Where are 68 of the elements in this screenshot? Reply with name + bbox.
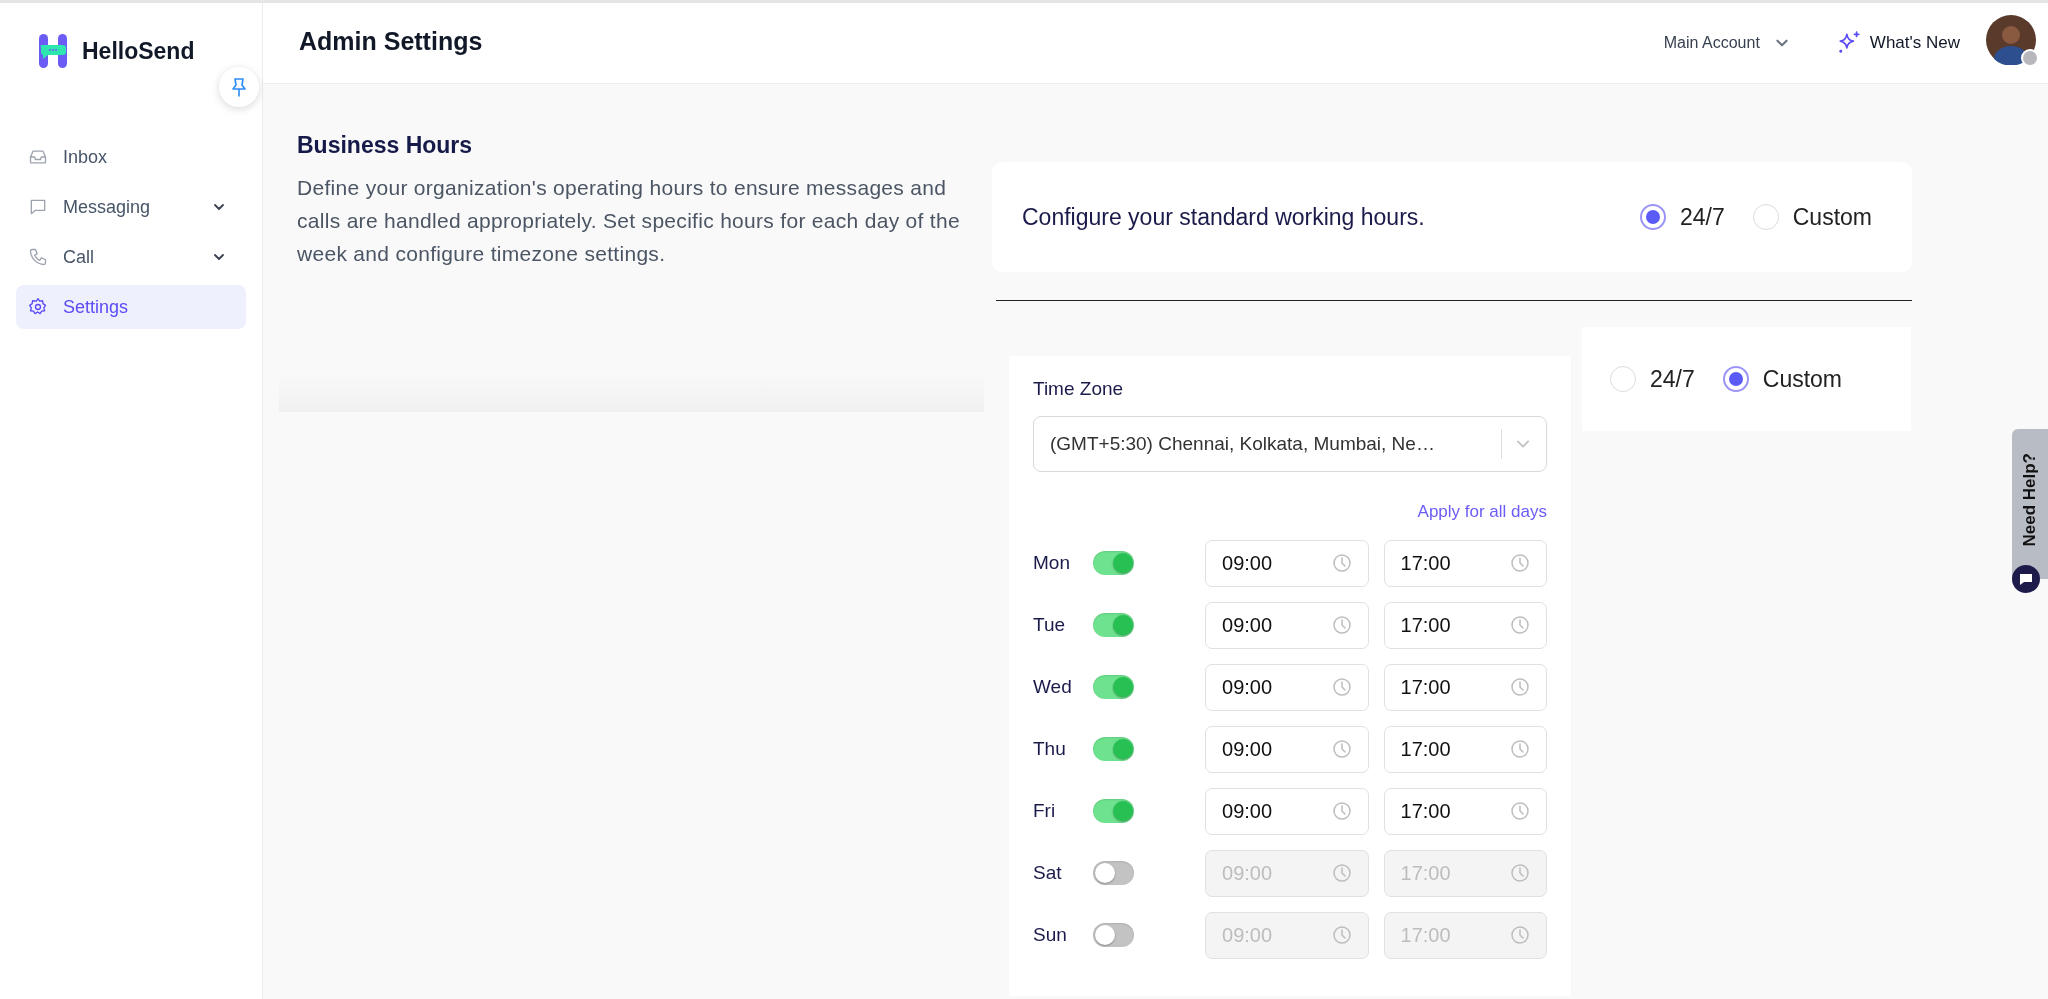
chat-bubble-icon <box>28 197 48 217</box>
day-label: Fri <box>1033 800 1057 822</box>
app-name: HelloSend <box>82 37 195 65</box>
time-field[interactable]: 17:00 <box>1383 725 1547 773</box>
toggle-switch[interactable] <box>1092 737 1135 761</box>
radio-option[interactable]: 24/7 <box>1640 203 1725 231</box>
radio-button[interactable] <box>1722 366 1749 392</box>
clock-icon <box>1510 863 1530 883</box>
day-label: Tue <box>1033 614 1067 636</box>
sidebar-item[interactable]: Call <box>16 235 246 279</box>
status-dot <box>2021 49 2039 67</box>
time-field[interactable]: 17:00 <box>1383 787 1547 835</box>
section-description: Define your organization's operating hours to ensure messages and calls are handled appropriately. Set specific hours for each day of the week and configure timezone settings. <box>297 175 961 267</box>
toggle-switch[interactable] <box>1092 675 1135 699</box>
clock-icon <box>1510 925 1530 945</box>
card-text: Configure your standard working hours. <box>1022 203 1426 231</box>
clock-icon <box>1331 677 1352 697</box>
day-label: Wed <box>1033 676 1073 698</box>
toggle-switch[interactable] <box>1092 861 1135 885</box>
radio-option[interactable]: Custom <box>1752 203 1872 231</box>
account-dropdown[interactable]: Main Account <box>1659 30 1794 56</box>
toggle-switch[interactable] <box>1092 613 1135 637</box>
section-title: Business Hours <box>297 132 474 159</box>
clock-icon <box>1331 925 1352 945</box>
pin-icon <box>230 77 248 97</box>
sidebar-item[interactable]: Settings <box>16 285 246 329</box>
radio-option[interactable]: Custom <box>1722 365 1842 393</box>
chat-icon <box>2012 565 2040 593</box>
day-label: Sat <box>1033 862 1063 884</box>
time-field[interactable]: 17:00 <box>1383 663 1547 711</box>
clock-icon <box>1510 615 1530 635</box>
field-label: Time Zone <box>1033 378 1125 400</box>
whats-new-button[interactable]: What's New <box>1831 26 1964 60</box>
pin-button[interactable] <box>219 67 259 107</box>
phone-icon <box>28 247 48 267</box>
gear-icon <box>28 297 48 317</box>
radio-button[interactable] <box>1640 204 1666 230</box>
sidebar-item[interactable]: Inbox <box>16 135 246 179</box>
page-title: Admin Settings <box>299 26 483 56</box>
toggle-switch[interactable] <box>1092 551 1135 575</box>
day-label: Thu <box>1033 738 1067 760</box>
clock-icon <box>1331 801 1352 821</box>
clock-icon <box>1331 863 1352 883</box>
timezone-select[interactable]: (GMT+5:30) Chennai, Kolkata, Mumbai, Ne… <box>1033 416 1547 472</box>
toggle-switch[interactable] <box>1092 923 1135 947</box>
clock-icon <box>1510 801 1530 821</box>
time-field[interactable]: 09:00 <box>1205 787 1369 835</box>
day-label: Sun <box>1033 924 1068 946</box>
time-field[interactable]: 09:00 <box>1205 725 1369 773</box>
radio-option[interactable]: 24/7 <box>1610 365 1695 393</box>
clock-icon <box>1510 553 1530 573</box>
help-tab[interactable]: Need Help? <box>2012 429 2048 579</box>
clock-icon <box>1510 739 1530 759</box>
clock-icon <box>1331 739 1352 759</box>
apply-all-link[interactable]: Apply for all days <box>1417 502 1547 522</box>
sidebar-item[interactable]: Messaging <box>16 185 246 229</box>
time-field[interactable]: 17:00 <box>1383 539 1547 587</box>
toggle-switch[interactable] <box>1092 799 1135 823</box>
day-label: Mon <box>1033 552 1071 574</box>
time-field[interactable]: 09:00 <box>1205 539 1369 587</box>
logo-icon <box>38 33 68 69</box>
clock-icon <box>1331 553 1352 573</box>
avatar <box>1986 15 2036 65</box>
time-field[interactable]: 09:00 <box>1205 601 1369 649</box>
time-field[interactable]: 17:00 <box>1383 601 1547 649</box>
clock-icon <box>1331 615 1352 635</box>
clock-icon <box>1510 677 1530 697</box>
time-field[interactable]: 09:00 <box>1205 663 1369 711</box>
